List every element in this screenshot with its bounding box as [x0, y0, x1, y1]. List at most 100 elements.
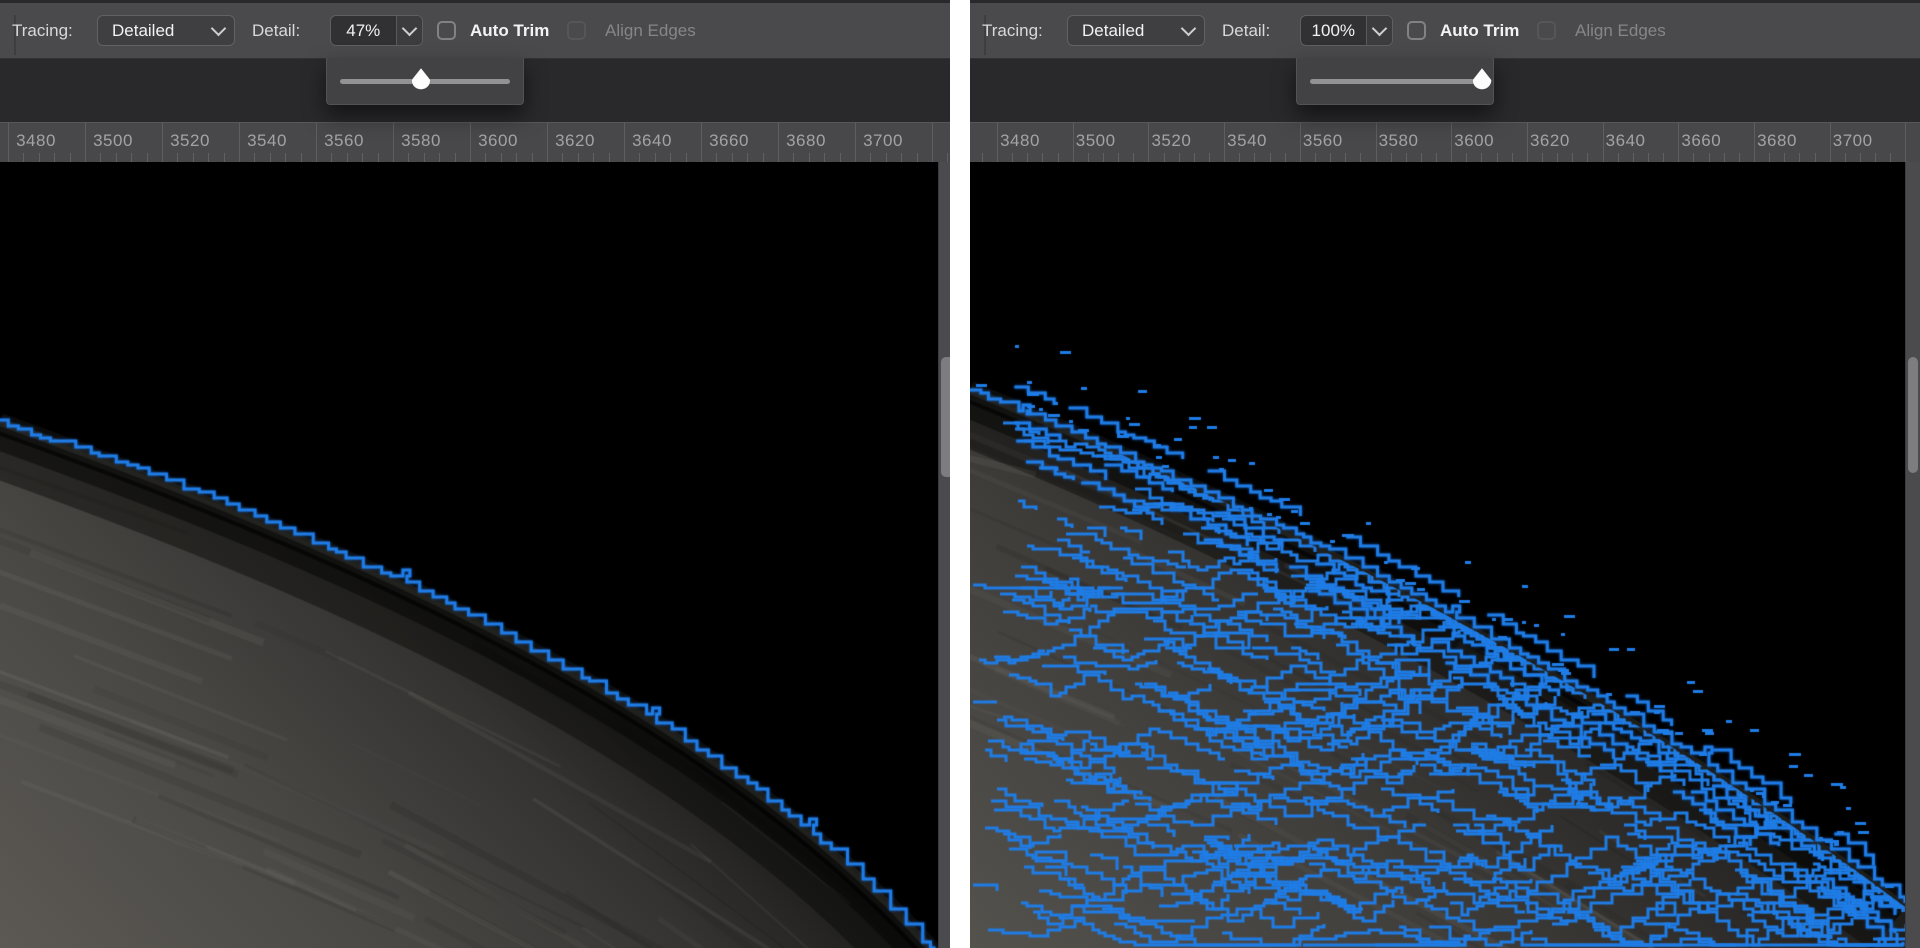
chevron-down-icon [210, 20, 227, 37]
align-edges-checkbox[interactable] [567, 21, 586, 40]
ruler-minor-tick [1859, 153, 1861, 162]
ruler-minor-tick [762, 153, 764, 162]
chevron-down-icon [1371, 20, 1388, 37]
ruler-minor-tick [69, 153, 71, 162]
ruler-minor-tick [423, 153, 425, 162]
ruler-minor-tick [1405, 153, 1407, 162]
ruler-minor-tick [1420, 153, 1422, 162]
tracing-mode-value: Detailed [1082, 20, 1145, 40]
ruler-minor-tick [1663, 153, 1665, 162]
ruler-minor-tick [1648, 153, 1650, 162]
split-compare-view: Tracing: Detailed Detail: 47% Auto Trim … [0, 0, 1920, 948]
ruler-minor-tick [1814, 153, 1816, 162]
ruler-minor-tick [562, 153, 564, 162]
detail-slider-thumb[interactable] [410, 67, 432, 94]
ruler-minor-tick [485, 153, 487, 162]
ruler-minor-tick [1057, 153, 1059, 162]
ruler-minor-tick [23, 153, 25, 162]
ruler-minor-tick [254, 153, 256, 162]
detail-value[interactable]: 47% [331, 16, 396, 45]
ruler-tick-label: 3660 [709, 131, 749, 150]
ruler-tick-label: 3620 [1529, 131, 1570, 150]
tracing-mode-dropdown[interactable]: Detailed [1067, 15, 1205, 46]
ruler-minor-tick [300, 153, 302, 162]
ruler-tick-label: 3680 [1757, 131, 1797, 150]
ruler-minor-tick [377, 153, 379, 162]
vertical-scrollbar-track[interactable] [1905, 162, 1920, 948]
trace-panel-right: Tracing: Detailed Detail: 100% Auto Trim… [970, 0, 1920, 948]
detail-slider-track[interactable] [340, 67, 510, 90]
ruler-tick-label: 3600 [1454, 131, 1495, 150]
ruler-minor-tick [1102, 153, 1104, 162]
horizontal-ruler: 3480 3500 3520 3540 3560 3580 3600 3620 3640 3660… [0, 122, 950, 162]
ruler-minor-tick [1314, 153, 1316, 162]
tracing-label: Tracing: [12, 21, 73, 40]
ruler-tick-label: 3700 [1832, 131, 1873, 150]
ruler-minor-tick [285, 153, 287, 162]
ruler-tick-label: 3500 [1075, 131, 1116, 150]
ruler-tick-label: 3580 [401, 131, 441, 150]
ruler-minor-tick [100, 153, 102, 162]
ruler-minor-tick [1269, 153, 1271, 162]
ruler-minor-tick [808, 153, 810, 162]
ruler-minor-tick [1360, 153, 1362, 162]
ruler-minor-tick [1345, 153, 1347, 162]
detail-value-dropdown[interactable]: 100% [1300, 15, 1393, 46]
ruler-minor-tick [531, 153, 533, 162]
auto-trim-label: Auto Trim [470, 21, 550, 40]
ruler-minor-tick [1784, 153, 1786, 162]
ruler-minor-tick [1208, 153, 1210, 162]
ruler-tick-label: 3560 [324, 131, 364, 150]
ruler-minor-tick [1890, 153, 1892, 162]
auto-trim-checkbox[interactable] [437, 21, 456, 40]
ruler-minor-tick [362, 153, 364, 162]
detail-label: Detail: [252, 21, 301, 40]
detail-slider-thumb[interactable] [1471, 67, 1493, 94]
detail-slider-popup [1296, 58, 1494, 105]
tracing-mode-dropdown[interactable]: Detailed [97, 15, 235, 46]
ruler-minor-tick [1284, 153, 1286, 162]
ruler-minor-tick [439, 153, 441, 162]
ruler-minor-tick [1436, 153, 1438, 162]
ruler-minor-tick [839, 153, 841, 162]
ruler-minor-tick [885, 153, 887, 162]
align-edges-checkbox[interactable] [1537, 21, 1556, 40]
ruler-minor-tick [747, 153, 749, 162]
detail-slider-track[interactable] [1310, 67, 1492, 90]
ruler-minor-tick [654, 153, 656, 162]
ruler-minor-tick [1844, 153, 1846, 162]
ruler-minor-tick [1239, 153, 1241, 162]
ruler-minor-tick [608, 153, 610, 162]
panel-divider [950, 0, 970, 948]
ruler-tick-label: 3480 [1000, 131, 1040, 150]
ruler-minor-tick [947, 153, 949, 162]
ruler-tick-label: 3480 [16, 131, 56, 150]
ruler-minor-tick [269, 153, 271, 162]
trace-preview-canvas[interactable] [0, 162, 950, 948]
ruler-minor-tick [1693, 153, 1695, 162]
ruler-minor-tick [115, 153, 117, 162]
ruler-minor-tick [1118, 153, 1120, 162]
auto-trim-checkbox[interactable] [1407, 21, 1426, 40]
align-edges-label: Align Edges [1575, 21, 1666, 40]
ruler-tick-label: 3540 [1227, 131, 1267, 150]
ruler-major-tick [932, 123, 933, 162]
chevron-down-icon [1180, 20, 1197, 37]
ruler-tick-label: 3540 [247, 131, 287, 150]
ruler-tick-label: 3660 [1681, 131, 1722, 150]
detail-value-dropdown[interactable]: 47% [330, 15, 423, 46]
ruler-minor-tick [981, 153, 983, 162]
ruler-major-tick [1905, 123, 1907, 162]
ruler-minor-tick [500, 153, 502, 162]
ruler-minor-tick [408, 153, 410, 162]
detail-value[interactable]: 100% [1301, 16, 1366, 45]
trace-preview-canvas[interactable] [970, 162, 1920, 948]
ruler-minor-tick [208, 153, 210, 162]
detail-chevron-button[interactable] [1365, 16, 1392, 45]
ruler-tick-label: 3500 [93, 131, 133, 150]
toolbar: Tracing: Detailed Detail: 47% Auto Trim … [0, 3, 950, 59]
trace-panel-left: Tracing: Detailed Detail: 47% Auto Trim … [0, 0, 951, 948]
ruler-minor-tick [331, 153, 333, 162]
detail-chevron-button[interactable] [395, 16, 422, 45]
vertical-scrollbar-thumb[interactable] [1908, 357, 1918, 473]
